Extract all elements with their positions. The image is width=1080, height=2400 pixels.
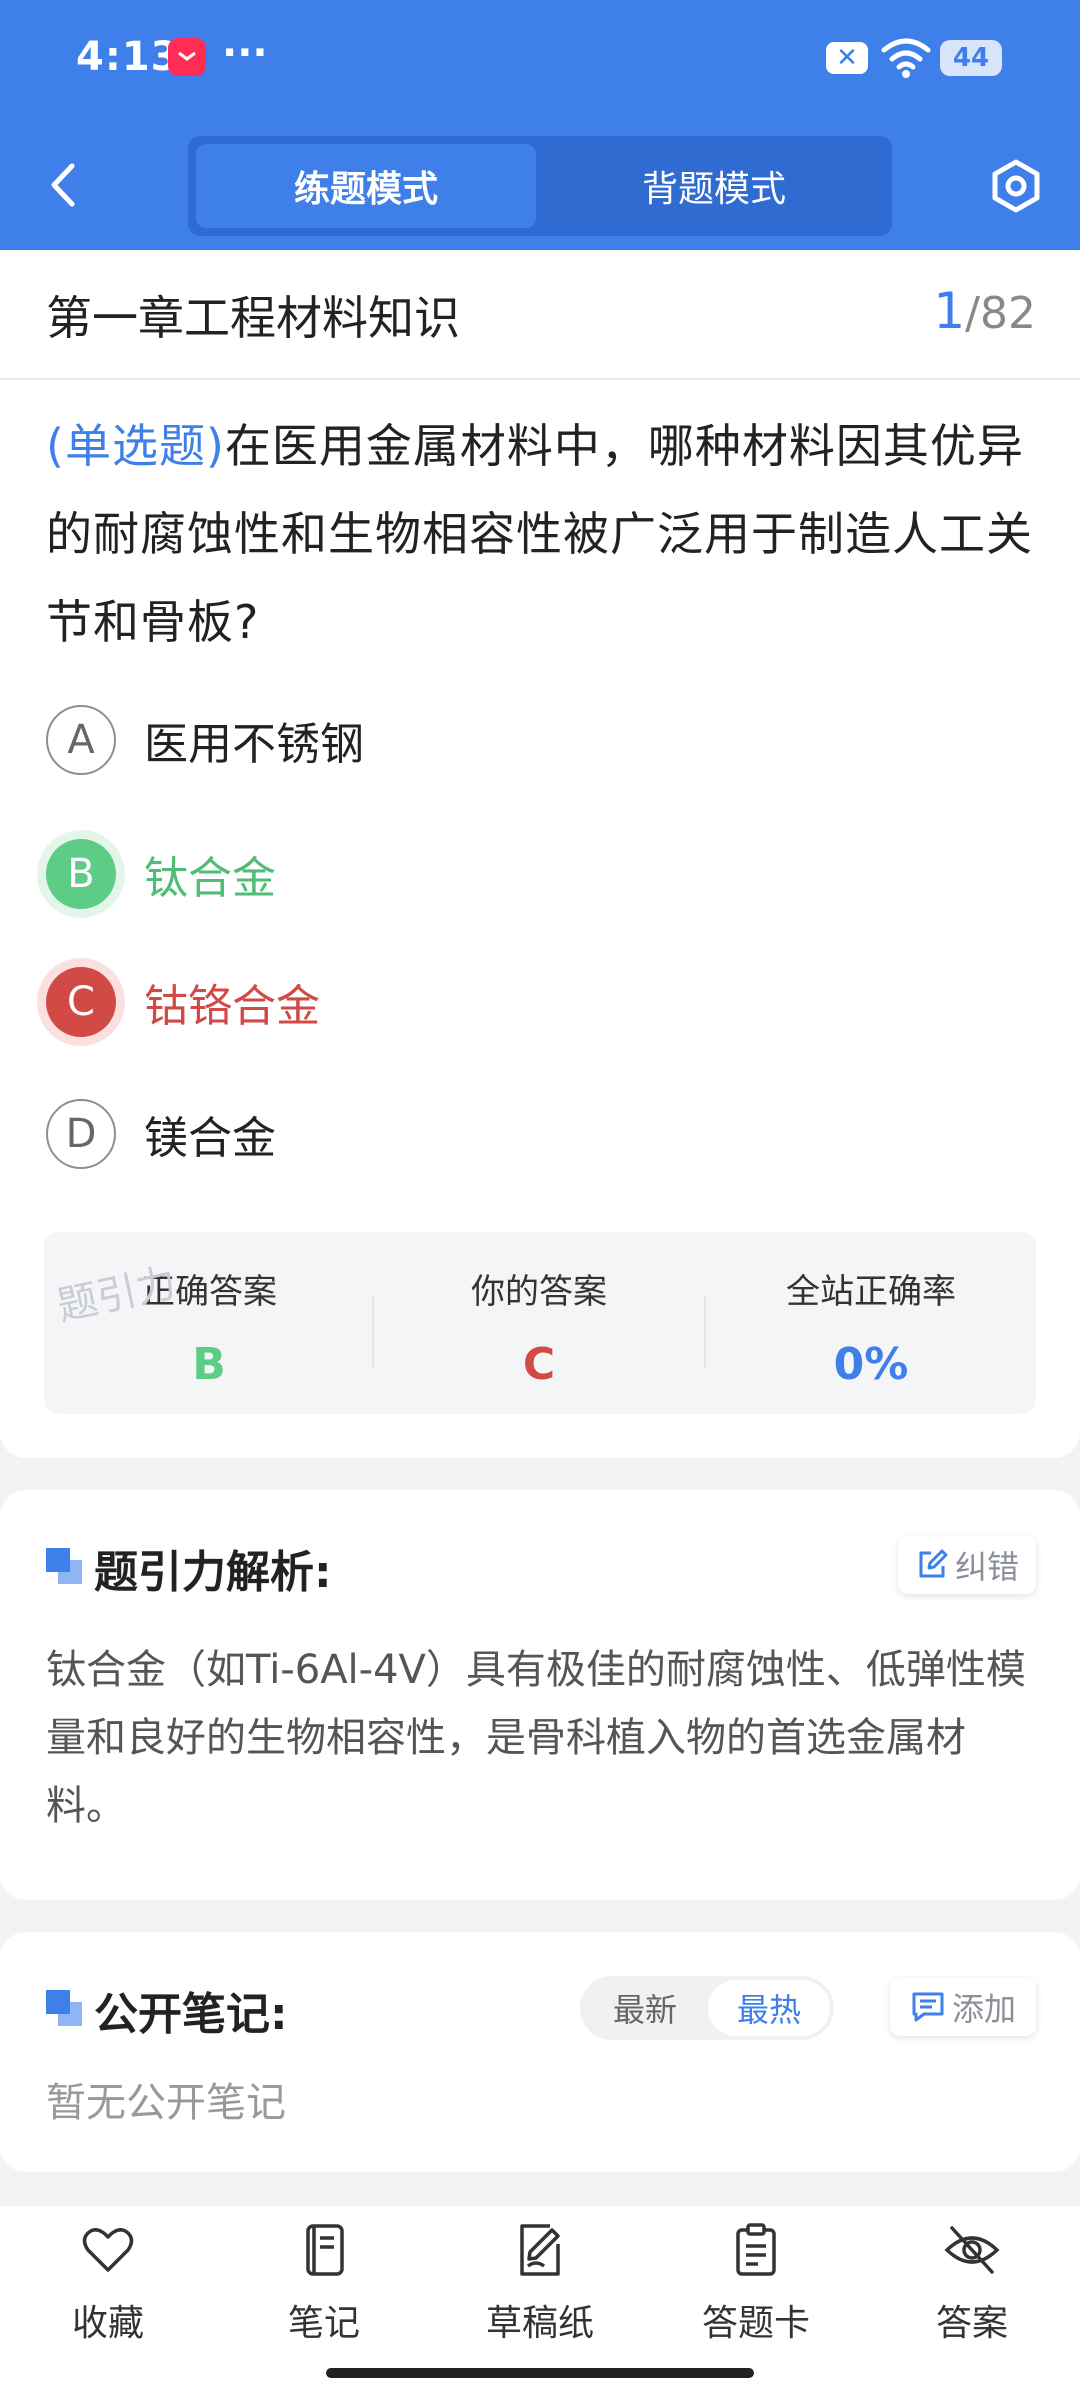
divider (0, 378, 1080, 380)
notes-title: 公开笔记: (94, 1989, 288, 2040)
battery-icon: 44 (940, 40, 1002, 76)
your-answer-col: 你的答案 C (374, 1264, 704, 1390)
option-c[interactable]: C 钴铬合金 (46, 966, 320, 1038)
status-bar: 4:13 ··· ✕ 44 (0, 0, 1080, 118)
edit-icon (919, 1549, 948, 1578)
sort-latest[interactable]: 最新 (584, 1980, 706, 2036)
question-type: (单选题) (46, 419, 225, 473)
wifi-icon (881, 38, 931, 78)
no-sim-icon: ✕ (826, 42, 868, 74)
site-rate-value: 0% (833, 1339, 909, 1390)
draft-icon (520, 2224, 560, 2276)
total-questions: 82 (980, 288, 1036, 339)
report-error-button[interactable]: 纠错 (898, 1536, 1036, 1594)
report-error-label: 纠错 (954, 1548, 1019, 1586)
section-icon (46, 1548, 82, 1584)
your-answer-label: 你的答案 (471, 1272, 607, 1312)
correct-answer-value: B (192, 1339, 226, 1390)
notes-sort-toggle: 最新 最热 (580, 1976, 834, 2040)
option-text: 钴铬合金 (144, 981, 320, 1032)
tab-label: 答案 (935, 2303, 1008, 2344)
tab-scratchpad[interactable]: 草稿纸 (450, 2220, 630, 2346)
clipboard-icon (736, 2223, 776, 2276)
option-letter: D (46, 1099, 116, 1169)
tab-practice-mode[interactable]: 练题模式 (196, 144, 536, 228)
tab-label: 草稿纸 (485, 2303, 594, 2344)
option-text: 钛合金 (144, 853, 276, 904)
heart-icon (82, 2228, 134, 2272)
home-indicator[interactable] (326, 2368, 754, 2378)
tab-answer-sheet[interactable]: 答题卡 (666, 2220, 846, 2346)
tab-label: 收藏 (71, 2303, 144, 2344)
question-counter: 1/82 (933, 282, 1036, 340)
notes-card (0, 1932, 1080, 2172)
tab-label: 答题卡 (701, 2303, 810, 2344)
section-icon (46, 1990, 82, 2026)
mode-switch: 练题模式 背题模式 (188, 136, 892, 236)
add-note-label: 添加 (951, 1990, 1016, 2028)
notebook-icon (306, 2224, 344, 2276)
back-icon[interactable] (44, 160, 84, 210)
site-rate-label: 全站正确率 (786, 1272, 956, 1312)
tab-notes[interactable]: 笔记 (234, 2220, 414, 2346)
current-question-number: 1 (933, 282, 966, 340)
app-notification-icon (168, 38, 206, 76)
counter-separator: / (965, 288, 980, 339)
analysis-title: 题引力解析: (94, 1547, 332, 1598)
tab-memorize-mode[interactable]: 背题模式 (544, 144, 884, 228)
settings-icon[interactable] (988, 158, 1044, 214)
tab-answer[interactable]: 答案 (882, 2220, 1062, 2346)
option-letter: B (46, 839, 116, 909)
tab-label: 笔记 (287, 2303, 360, 2344)
option-text: 医用不锈钢 (144, 719, 364, 770)
your-answer-value: C (522, 1339, 556, 1390)
analysis-text: 钛合金（如Ti-6Al-4V）具有极佳的耐腐蚀性、低弹性模量和良好的生物相容性，… (46, 1647, 1026, 1829)
comment-icon (912, 1992, 944, 2022)
add-note-button[interactable]: 添加 (890, 1978, 1036, 2036)
answer-summary: 正确答案 B 你的答案 C 全站正确率 0% (44, 1232, 1036, 1414)
site-rate-col: 全站正确率 0% (706, 1264, 1036, 1390)
tab-favorite[interactable]: 收藏 (18, 2220, 198, 2346)
option-text: 镁合金 (144, 1113, 276, 1164)
option-d[interactable]: D 镁合金 (46, 1098, 276, 1170)
option-b[interactable]: B 钛合金 (46, 838, 276, 910)
option-letter: A (46, 705, 116, 775)
chapter-title: 第一章工程材料知识 (46, 291, 460, 345)
sort-hottest[interactable]: 最热 (708, 1980, 830, 2036)
status-more-dots: ··· (222, 30, 268, 76)
status-time: 4:13 (76, 34, 180, 80)
eye-off-icon (944, 2226, 1000, 2274)
option-a[interactable]: A 医用不锈钢 (46, 704, 364, 776)
empty-notes-text: 暂无公开笔记 (46, 2080, 286, 2126)
question-stem: (单选题)在医用金属材料中，哪种材料因其优异的耐腐蚀性和生物相容性被广泛用于制造… (46, 402, 1036, 666)
option-letter: C (46, 967, 116, 1037)
